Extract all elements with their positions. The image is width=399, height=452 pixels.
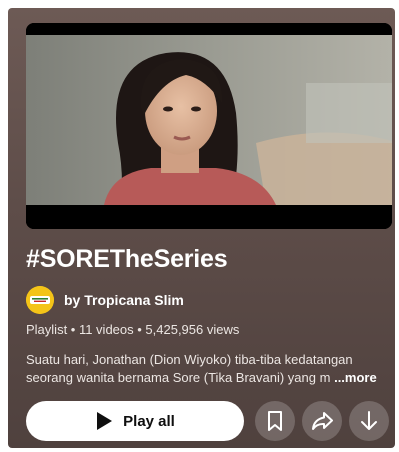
save-button[interactable] <box>255 401 295 441</box>
channel-name[interactable]: by Tropicana Slim <box>64 292 184 308</box>
play-all-button[interactable]: Play all <box>26 401 244 441</box>
tropicana-logo-icon <box>26 286 54 314</box>
more-link[interactable]: ...more <box>334 370 377 385</box>
share-button[interactable] <box>302 401 342 441</box>
playlist-description[interactable]: Suatu hari, Jonathan (Dion Wiyoko) tiba-… <box>26 351 388 387</box>
playlist-title: #SORETheSeries <box>26 245 228 273</box>
share-icon <box>312 412 333 430</box>
bookmark-icon <box>268 411 282 431</box>
download-icon <box>361 411 377 430</box>
description-line-1: Suatu hari, Jonathan (Dion Wiyoko) tiba-… <box>26 352 353 367</box>
action-bar: Play all <box>26 401 389 441</box>
channel-avatar[interactable] <box>26 286 54 314</box>
thumbnail-image <box>26 23 392 229</box>
description-line-2-text: seorang wanita bernama Sore (Tika Bravan… <box>26 370 331 385</box>
description-line-2: seorang wanita bernama Sore (Tika Bravan… <box>26 369 388 387</box>
playlist-thumbnail[interactable] <box>26 23 392 229</box>
channel-link[interactable]: by Tropicana Slim <box>26 285 184 315</box>
playlist-meta: Playlist • 11 videos • 5,425,956 views <box>26 322 240 337</box>
playlist-header: #SORETheSeries by Tropicana Slim Playlis… <box>8 8 395 448</box>
play-all-label: Play all <box>123 412 175 430</box>
play-icon <box>95 411 113 431</box>
download-button[interactable] <box>349 401 389 441</box>
